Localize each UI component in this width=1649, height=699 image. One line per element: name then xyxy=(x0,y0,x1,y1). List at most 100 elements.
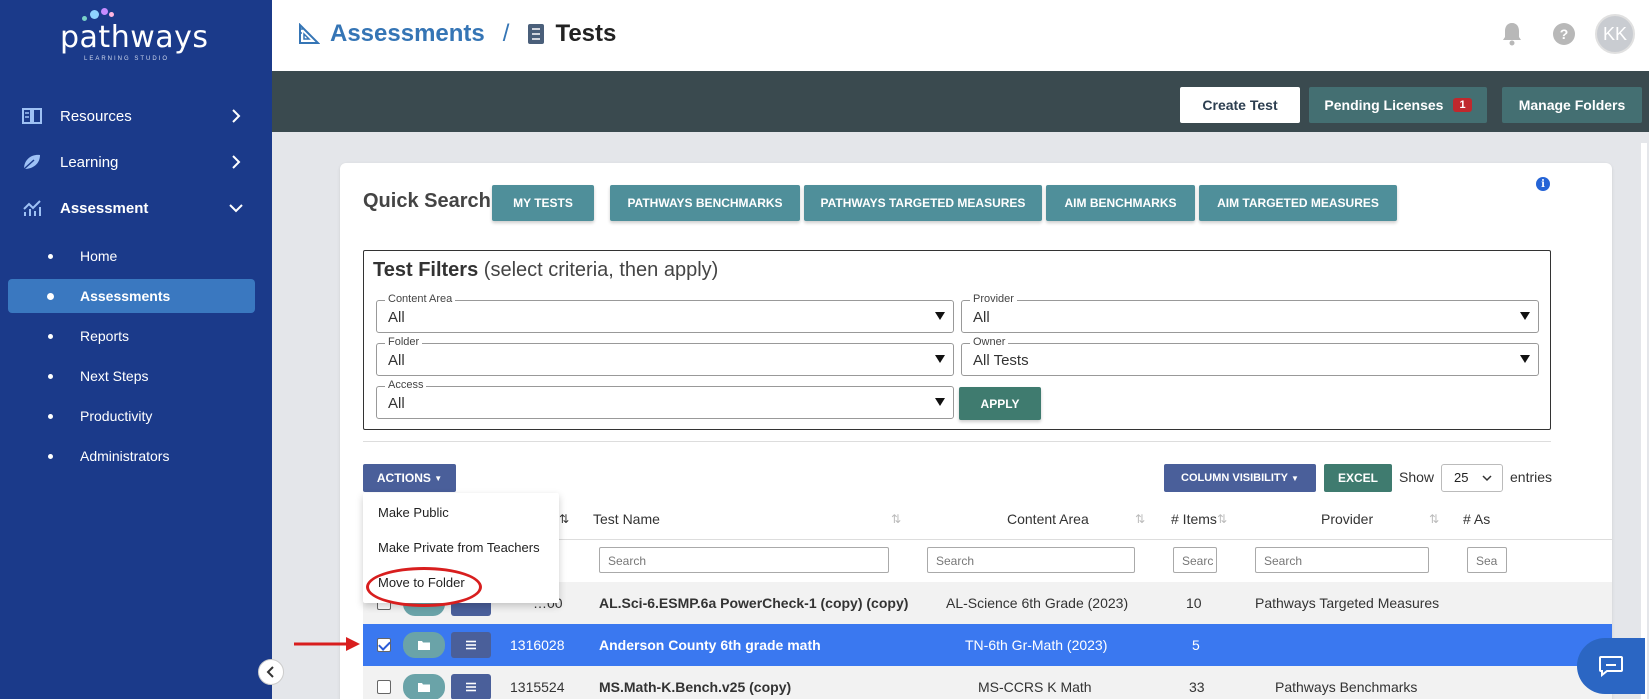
caret-down-icon: ▼ xyxy=(434,473,443,483)
sidebar-subitem-home[interactable]: Home xyxy=(8,239,255,273)
scrollbar[interactable] xyxy=(1641,143,1647,699)
content-area: TN-6th Gr-Math (2023) xyxy=(965,637,1108,653)
filters-title: Test Filters (select criteria, then appl… xyxy=(373,259,718,282)
row-menu-button[interactable] xyxy=(451,632,491,658)
sidebar-subitem-reports[interactable]: Reports xyxy=(8,319,255,353)
breadcrumb: Assessments / Tests xyxy=(298,18,616,50)
bell-icon[interactable] xyxy=(1501,21,1523,47)
quick-pathways-benchmarks-button[interactable]: PATHWAYS BENCHMARKS xyxy=(610,185,800,221)
bullet xyxy=(48,334,53,339)
folder-button[interactable] xyxy=(403,632,445,658)
owner-select[interactable]: Owner All Tests xyxy=(961,336,1539,376)
access-select[interactable]: Access All xyxy=(376,379,954,419)
apply-button[interactable]: APPLY xyxy=(959,387,1041,420)
info-icon[interactable]: i xyxy=(1536,177,1550,191)
field-value: All Tests xyxy=(973,352,1029,369)
bullet xyxy=(48,414,53,419)
create-test-button[interactable]: Create Test xyxy=(1180,87,1300,123)
item-count: 10 xyxy=(1186,595,1202,611)
sidebar-subitem-assessments[interactable]: Assessments xyxy=(8,279,255,313)
book-icon xyxy=(22,108,42,124)
quick-my-tests-button[interactable]: MY TESTS xyxy=(492,185,594,221)
sidebar-item-label: Assessment xyxy=(60,199,149,217)
sidebar-subitem-label: Administrators xyxy=(80,448,170,464)
assigned-search-input[interactable]: Sea xyxy=(1467,547,1507,573)
sidebar-subitem-next-steps[interactable]: Next Steps xyxy=(8,359,255,393)
field-value: All xyxy=(388,352,405,369)
items-search-input[interactable]: Searc xyxy=(1173,547,1217,573)
sidebar-item-learning[interactable]: Learning xyxy=(0,142,272,182)
manage-folders-button[interactable]: Manage Folders xyxy=(1502,87,1642,123)
sidebar-subitem-label: Next Steps xyxy=(80,368,149,384)
annotation-arrow-icon xyxy=(294,637,360,651)
row-menu-button[interactable] xyxy=(451,674,491,699)
col-items[interactable]: # Items xyxy=(1171,511,1217,527)
bullet xyxy=(47,293,54,300)
chat-button[interactable] xyxy=(1577,638,1645,694)
folder-select[interactable]: Folder All xyxy=(376,336,954,376)
menu-icon xyxy=(466,682,476,692)
sidebar-item-resources[interactable]: Resources xyxy=(0,96,272,136)
chevron-right-icon xyxy=(232,109,241,123)
folder-button[interactable] xyxy=(403,674,445,699)
sort-icon[interactable]: ⇅ xyxy=(559,512,569,526)
test-name-search-input[interactable]: Search xyxy=(599,547,889,573)
test-name[interactable]: MS.Math-K.Bench.v25 (copy) xyxy=(599,679,791,695)
row-checkbox[interactable] xyxy=(377,680,391,694)
sort-icon[interactable]: ⇅ xyxy=(1429,512,1439,526)
quick-pathways-targeted-button[interactable]: PATHWAYS TARGETED MEASURES xyxy=(804,185,1042,221)
chart-icon xyxy=(23,200,41,216)
sidebar-item-assessment[interactable]: Assessment xyxy=(0,188,272,228)
collapse-sidebar-button[interactable] xyxy=(258,659,284,685)
annotation-circle xyxy=(366,567,482,607)
content-area: MS-CCRS K Math xyxy=(978,679,1092,695)
field-label: Access xyxy=(385,379,427,391)
pending-licenses-button[interactable]: Pending Licenses 1 xyxy=(1309,87,1487,123)
bullet xyxy=(48,454,53,459)
quick-aim-targeted-button[interactable]: AIM TARGETED MEASURES xyxy=(1199,185,1397,221)
page-title: Tests xyxy=(555,20,617,47)
dropdown-arrow-icon xyxy=(935,398,945,406)
content-area-select[interactable]: Content Area All xyxy=(376,293,954,333)
menu-item-make-public[interactable]: Make Public xyxy=(378,505,449,520)
sidebar-subitem-administrators[interactable]: Administrators xyxy=(8,439,255,473)
menu-item-make-private[interactable]: Make Private from Teachers xyxy=(378,540,540,555)
excel-button[interactable]: EXCEL xyxy=(1324,464,1392,492)
col-assigned[interactable]: # As xyxy=(1463,511,1490,527)
sidebar-subitem-label: Assessments xyxy=(80,288,171,304)
actions-dropdown-button[interactable]: ACTIONS ▼ xyxy=(363,464,456,492)
dropdown-arrow-icon xyxy=(935,355,945,363)
avatar[interactable]: KK xyxy=(1595,14,1635,54)
column-visibility-label: COLUMN VISIBILITY xyxy=(1181,472,1288,484)
pathways-logo[interactable]: pathways LEARNING STUDIO xyxy=(60,8,210,64)
sidebar-subitem-label: Home xyxy=(80,248,118,264)
provider-search-input[interactable]: Search xyxy=(1255,547,1429,573)
logo-text: pathways xyxy=(60,20,209,55)
provider-select[interactable]: Provider All xyxy=(961,293,1539,333)
chevron-left-icon xyxy=(266,666,274,678)
table-row[interactable]: 1315524 MS.Math-K.Bench.v25 (copy) MS-CC… xyxy=(363,666,1612,699)
ruler-triangle-icon xyxy=(299,23,320,44)
col-provider[interactable]: Provider xyxy=(1321,511,1373,527)
sidebar-subitem-label: Productivity xyxy=(80,408,153,424)
provider: Pathways Targeted Measures xyxy=(1255,595,1440,611)
sort-icon[interactable]: ⇅ xyxy=(1135,512,1145,526)
content-area-search-input[interactable]: Search xyxy=(927,547,1135,573)
breadcrumb-assessments[interactable]: Assessments xyxy=(330,20,485,48)
sort-icon[interactable]: ⇅ xyxy=(1217,512,1227,526)
content-area: AL-Science 6th Grade (2023) xyxy=(946,595,1129,611)
table-row-selected[interactable]: 1316028 Anderson County 6th grade math T… xyxy=(363,624,1612,666)
test-name[interactable]: Anderson County 6th grade math xyxy=(599,637,821,653)
test-name[interactable]: AL.Sci-6.ESMP.6a PowerCheck-1 (copy) (co… xyxy=(599,595,908,611)
sidebar-item-label: Learning xyxy=(60,153,119,171)
row-checkbox[interactable] xyxy=(377,638,391,652)
dropdown-arrow-icon xyxy=(1520,312,1530,320)
column-visibility-button[interactable]: COLUMN VISIBILITY ▼ xyxy=(1164,464,1316,492)
col-content-area[interactable]: Content Area xyxy=(1007,511,1089,527)
page-size-select[interactable]: 25 xyxy=(1441,464,1503,492)
help-icon[interactable]: ? xyxy=(1553,23,1575,45)
sort-icon[interactable]: ⇅ xyxy=(891,512,901,526)
sidebar-subitem-productivity[interactable]: Productivity xyxy=(8,399,255,433)
quick-aim-benchmarks-button[interactable]: AIM BENCHMARKS xyxy=(1046,185,1195,221)
col-test-name[interactable]: Test Name xyxy=(593,511,660,527)
